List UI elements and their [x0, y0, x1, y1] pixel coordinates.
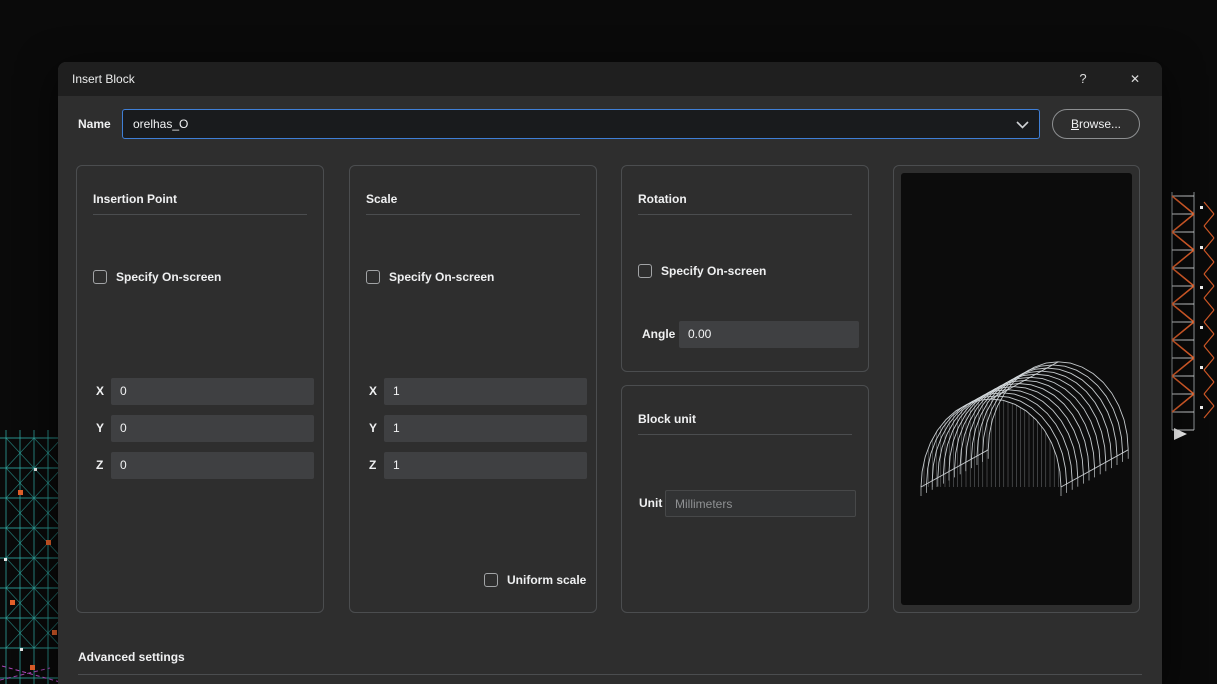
field-row: X 0 [77, 378, 323, 405]
scale-specify-onscreen-checkbox[interactable]: Specify On-screen [366, 269, 494, 285]
field-row: Z 1 [350, 452, 596, 479]
group-title: Block unit [638, 412, 696, 426]
divider [93, 214, 307, 215]
insertion-y-value: 0 [111, 415, 314, 442]
checkbox-label: Uniform scale [507, 573, 586, 587]
insertion-z-value: 0 [111, 452, 314, 479]
name-combobox-value: orelhas_O [133, 110, 188, 138]
field-row: Angle 0.00 [622, 321, 868, 348]
angle-input[interactable]: 0.00 [679, 321, 859, 348]
browse-label: Browse... [1053, 117, 1139, 131]
checkbox-icon [638, 264, 652, 278]
name-combobox[interactable]: orelhas_O [122, 109, 1040, 139]
group-title: Rotation [638, 192, 687, 206]
checkbox-icon [484, 573, 498, 587]
browse-button[interactable]: Browse... [1052, 109, 1140, 139]
uniform-scale-checkbox[interactable]: Uniform scale [484, 572, 586, 588]
angle-value: 0.00 [679, 321, 859, 348]
advanced-settings-toggle[interactable]: Advanced settings [78, 650, 185, 664]
dialog-title: Insert Block [72, 62, 135, 96]
checkbox-icon [366, 270, 380, 284]
insertion-z-input[interactable]: 0 [111, 452, 314, 479]
unit-field: Millimeters [665, 490, 856, 517]
scale-group: Scale Specify On-screen X 1 Y 1 Z 1 Unif… [349, 165, 597, 613]
divider [78, 674, 1142, 675]
scale-y-input[interactable]: 1 [384, 415, 587, 442]
insertion-x-input[interactable]: 0 [111, 378, 314, 405]
field-row: Y 1 [350, 415, 596, 442]
z-label: Z [96, 452, 103, 479]
insertion-y-input[interactable]: 0 [111, 415, 314, 442]
y-label: Y [369, 415, 377, 442]
chevron-down-icon [1016, 121, 1029, 129]
block-wireframe [901, 173, 1132, 605]
cad-wireframe-left [0, 430, 66, 684]
x-label: X [96, 378, 104, 405]
scale-z-input[interactable]: 1 [384, 452, 587, 479]
x-label: X [369, 378, 377, 405]
z-label: Z [369, 452, 376, 479]
checkbox-label: Specify On-screen [389, 270, 494, 284]
help-button[interactable]: ? [1068, 62, 1098, 96]
field-row: Y 0 [77, 415, 323, 442]
unit-label: Unit [639, 490, 662, 517]
group-title: Insertion Point [93, 192, 177, 206]
close-button[interactable]: ✕ [1120, 62, 1150, 96]
divider [638, 214, 852, 215]
cad-wireframe-right [1160, 192, 1217, 442]
unit-value: Millimeters [666, 491, 855, 518]
group-title: Scale [366, 192, 397, 206]
insertion-x-value: 0 [111, 378, 314, 405]
scale-x-input[interactable]: 1 [384, 378, 587, 405]
field-row: X 1 [350, 378, 596, 405]
desktop-background: Insert Block ? ✕ Name orelhas_O Browse..… [0, 0, 1217, 684]
block-preview-panel [893, 165, 1140, 613]
rotation-specify-onscreen-checkbox[interactable]: Specify On-screen [638, 263, 766, 279]
field-row: Z 0 [77, 452, 323, 479]
y-label: Y [96, 415, 104, 442]
checkbox-label: Specify On-screen [116, 270, 221, 284]
insertion-point-group: Insertion Point Specify On-screen X 0 Y … [76, 165, 324, 613]
name-label: Name [78, 109, 111, 139]
insertion-specify-onscreen-checkbox[interactable]: Specify On-screen [93, 269, 221, 285]
checkbox-icon [93, 270, 107, 284]
block-unit-group: Block unit Unit Millimeters [621, 385, 869, 613]
field-row: Unit Millimeters [622, 490, 868, 517]
divider [638, 434, 852, 435]
scale-y-value: 1 [384, 415, 587, 442]
scale-z-value: 1 [384, 452, 587, 479]
scale-x-value: 1 [384, 378, 587, 405]
insert-block-dialog: Insert Block ? ✕ Name orelhas_O Browse..… [58, 62, 1162, 684]
rotation-group: Rotation Specify On-screen Angle 0.00 [621, 165, 869, 372]
divider [366, 214, 580, 215]
advanced-settings-label: Advanced settings [78, 650, 185, 664]
checkbox-label: Specify On-screen [661, 264, 766, 278]
dialog-titlebar: Insert Block ? ✕ [58, 62, 1162, 96]
angle-label: Angle [642, 321, 675, 348]
block-preview [901, 173, 1132, 605]
